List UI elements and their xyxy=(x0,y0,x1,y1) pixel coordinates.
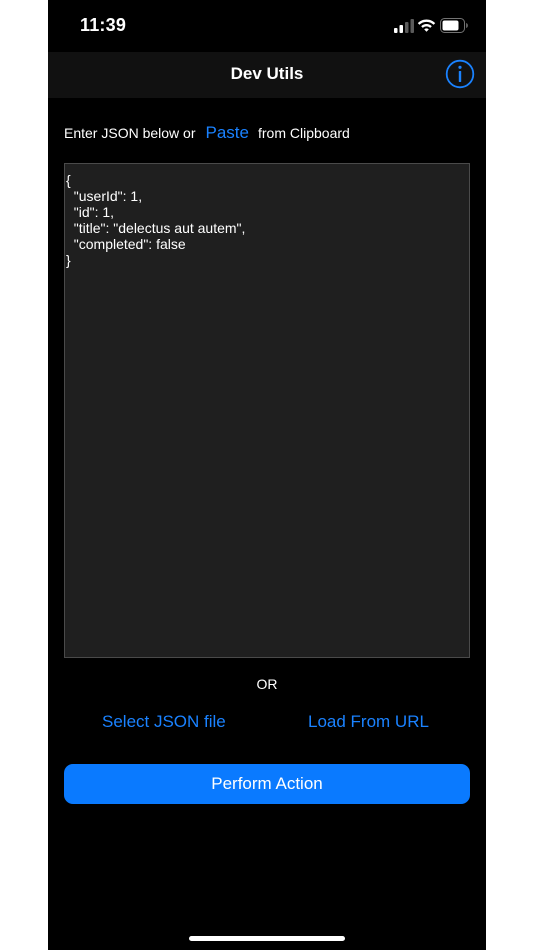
home-indicator[interactable] xyxy=(189,936,345,941)
prompt-suffix-text: from Clipboard xyxy=(257,125,350,141)
info-circle-icon[interactable] xyxy=(445,59,475,89)
json-input[interactable]: { "userId": 1, "id": 1, "title": "delect… xyxy=(64,163,470,658)
battery-icon xyxy=(440,18,468,33)
load-from-url-button[interactable]: Load From URL xyxy=(308,712,429,732)
or-separator: OR xyxy=(256,676,278,692)
select-json-file-button[interactable]: Select JSON file xyxy=(102,712,226,732)
status-time: 11:39 xyxy=(80,15,127,35)
app-screen: 11:39 Dev Utils Enter JSON below or Past… xyxy=(48,0,486,950)
cellular-signal-icon xyxy=(394,19,414,33)
perform-action-button[interactable]: Perform Action xyxy=(64,764,470,804)
navigation-bar: Dev Utils xyxy=(48,52,486,98)
perform-action-label: Perform Action xyxy=(211,774,323,793)
status-bar: 11:39 xyxy=(48,0,486,52)
wifi-icon xyxy=(417,19,436,32)
json-prompt: Enter JSON below or Paste from Clipboard xyxy=(64,122,350,144)
prompt-text: Enter JSON below or xyxy=(64,125,196,141)
paste-button[interactable]: Paste xyxy=(206,123,249,143)
page-title: Dev Utils xyxy=(230,64,304,83)
